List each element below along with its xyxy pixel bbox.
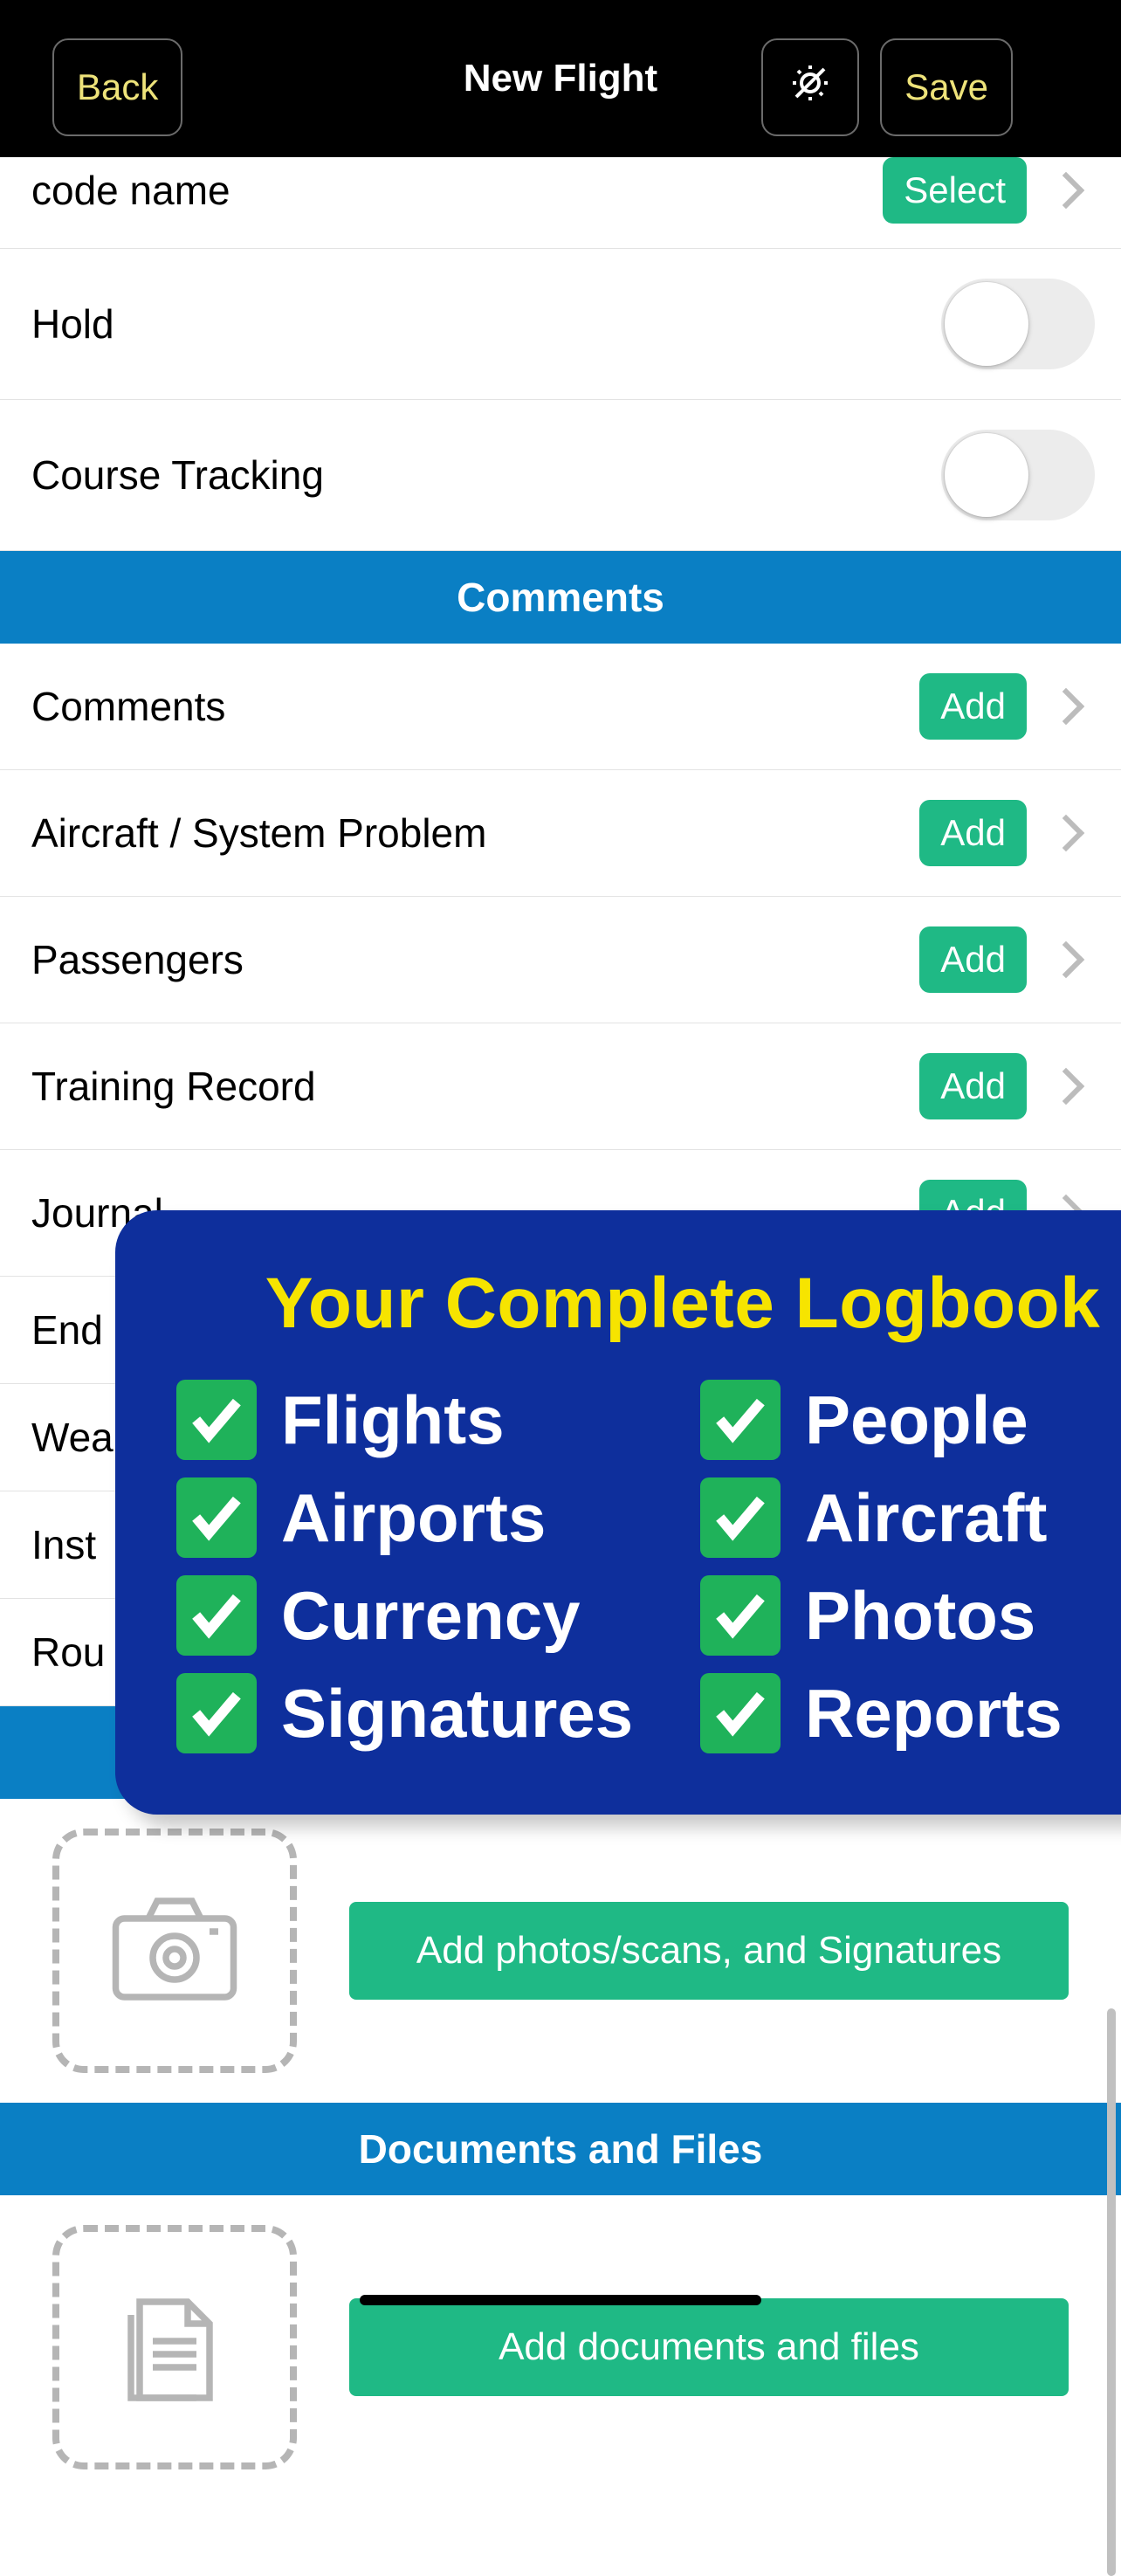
row-aircraft-problem[interactable]: Aircraft / System Problem Add — [0, 770, 1121, 897]
feature-label: Currency — [281, 1576, 580, 1656]
feature-item: Airports — [176, 1477, 665, 1558]
row-passengers[interactable]: Passengers Add — [0, 897, 1121, 1023]
row-training-record[interactable]: Training Record Add — [0, 1023, 1121, 1150]
feature-grid: Flights People Airports Aircraft Currenc… — [176, 1380, 1121, 1753]
row-course-tracking[interactable]: Course Tracking — [0, 400, 1121, 551]
row-label: code name — [31, 167, 883, 214]
photo-placeholder[interactable] — [52, 1829, 297, 2073]
section-header-docs: Documents and Files — [0, 2103, 1121, 2195]
back-button[interactable]: Back — [52, 38, 182, 136]
section-header-comments: Comments — [0, 551, 1121, 644]
page-title: New Flight — [464, 57, 657, 100]
chevron-right-icon — [1048, 172, 1084, 209]
chevron-right-icon — [1048, 941, 1084, 978]
check-icon — [700, 1673, 781, 1753]
chevron-right-icon — [1048, 1068, 1084, 1105]
add-photos-button[interactable]: Add photos/scans, and Signatures — [349, 1902, 1069, 2000]
toggle-knob — [945, 282, 1028, 366]
feature-label: Reports — [805, 1674, 1063, 1753]
feature-label: Flights — [281, 1381, 505, 1460]
row-label: Aircraft / System Problem — [31, 809, 919, 857]
header-bar: Back New Flight Save — [0, 0, 1121, 157]
hold-toggle[interactable] — [941, 279, 1095, 369]
feature-item: Aircraft — [700, 1477, 1121, 1558]
promo-overlay: Your Complete Logbook Flights People Air… — [115, 1210, 1121, 1815]
check-icon — [700, 1575, 781, 1656]
feature-label: People — [805, 1381, 1028, 1460]
add-button[interactable]: Add — [919, 926, 1027, 993]
check-icon — [176, 1673, 257, 1753]
save-button[interactable]: Save — [880, 38, 1013, 136]
check-icon — [700, 1380, 781, 1460]
row-comments[interactable]: Comments Add — [0, 644, 1121, 770]
row-label: Passengers — [31, 936, 919, 983]
select-button[interactable]: Select — [883, 157, 1027, 224]
feature-item: People — [700, 1380, 1121, 1460]
row-hold[interactable]: Hold — [0, 249, 1121, 400]
check-icon — [176, 1380, 257, 1460]
photos-block: Add photos/scans, and Signatures — [0, 1799, 1121, 2103]
check-icon — [176, 1477, 257, 1558]
feature-item: Reports — [700, 1673, 1121, 1753]
add-docs-button[interactable]: Add documents and files — [349, 2298, 1069, 2396]
dark-mode-icon — [789, 62, 831, 113]
feature-item: Flights — [176, 1380, 665, 1460]
check-icon — [176, 1575, 257, 1656]
chevron-right-icon — [1048, 815, 1084, 851]
camera-icon — [109, 1892, 240, 2010]
row-label: Hold — [31, 300, 941, 348]
check-icon — [700, 1477, 781, 1558]
add-button[interactable]: Add — [919, 1053, 1027, 1119]
doc-placeholder[interactable] — [52, 2225, 297, 2469]
add-button[interactable]: Add — [919, 800, 1027, 866]
toggle-knob — [945, 433, 1028, 517]
scrollbar[interactable] — [1107, 2008, 1116, 2576]
feature-label: Airports — [281, 1478, 546, 1558]
feature-item: Currency — [176, 1575, 665, 1656]
row-code-name[interactable]: code name Select — [0, 157, 1121, 249]
docs-block: Add documents and files — [0, 2195, 1121, 2499]
dark-mode-button[interactable] — [761, 38, 859, 136]
home-indicator[interactable] — [360, 2295, 761, 2305]
feature-item: Photos — [700, 1575, 1121, 1656]
feature-item: Signatures — [176, 1673, 665, 1753]
course-tracking-toggle[interactable] — [941, 430, 1095, 520]
row-label: Comments — [31, 683, 919, 730]
promo-title: Your Complete Logbook — [176, 1263, 1121, 1345]
document-icon — [118, 2284, 231, 2411]
chevron-right-icon — [1048, 688, 1084, 725]
promo-card[interactable]: Your Complete Logbook Flights People Air… — [115, 1210, 1121, 1815]
row-label: Course Tracking — [31, 451, 941, 499]
feature-label: Aircraft — [805, 1478, 1047, 1558]
feature-label: Photos — [805, 1576, 1035, 1656]
row-label: Training Record — [31, 1063, 919, 1110]
add-button[interactable]: Add — [919, 673, 1027, 740]
feature-label: Signatures — [281, 1674, 633, 1753]
